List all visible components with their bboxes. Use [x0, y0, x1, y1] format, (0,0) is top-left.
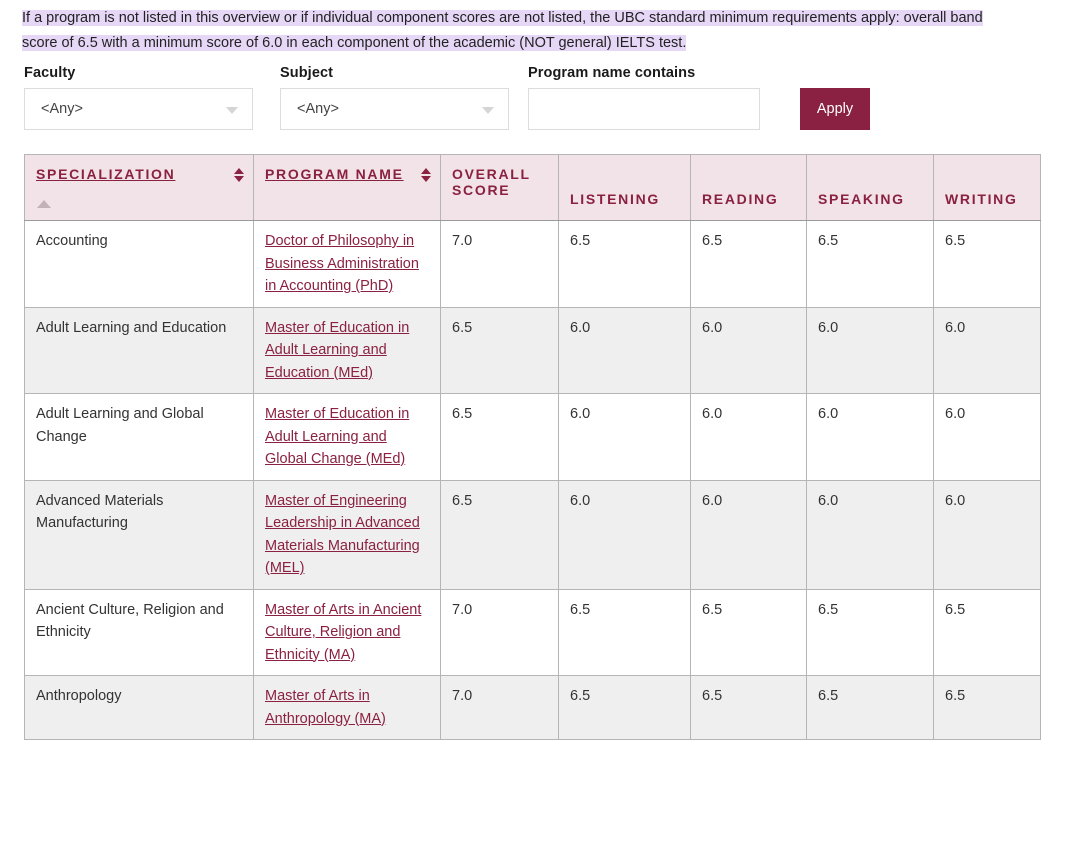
sort-toggle-icon[interactable] [234, 168, 245, 182]
cell-specialization: Advanced Materials Manufacturing [24, 479, 254, 590]
cell-overall-score: 7.0 [440, 220, 559, 308]
cell-program-name: Doctor of Philosophy in Business Adminis… [253, 220, 441, 308]
table-row: Adult Learning and Education Master of Ed… [24, 306, 1041, 394]
cell-specialization: Ancient Culture, Religion and Ethnicity [24, 588, 254, 676]
cell-overall-score: 7.0 [440, 675, 559, 740]
cell-writing: 6.5 [933, 220, 1041, 308]
subject-select[interactable]: <Any> [280, 88, 509, 130]
column-header-overall-score: OVERALL SCORE [440, 154, 559, 221]
sort-toggle-icon[interactable] [421, 168, 432, 182]
column-header-reading: READING [690, 154, 807, 221]
column-header-writing: WRITING [933, 154, 1041, 221]
faculty-select[interactable]: <Any> [24, 88, 253, 130]
apply-button[interactable]: Apply [800, 88, 870, 130]
table-row: Accounting Doctor of Philosophy in Busine… [24, 220, 1041, 308]
chevron-down-icon [226, 107, 238, 114]
cell-writing: 6.0 [933, 393, 1041, 481]
cell-reading: 6.0 [690, 479, 807, 590]
cell-writing: 6.5 [933, 675, 1041, 740]
cell-listening: 6.5 [558, 220, 691, 308]
column-header-speaking: SPEAKING [806, 154, 934, 221]
cell-listening: 6.5 [558, 588, 691, 676]
cell-listening: 6.5 [558, 675, 691, 740]
subject-filter: Subject <Any> [280, 65, 528, 130]
program-link[interactable]: Doctor of Philosophy in Business Adminis… [265, 233, 419, 294]
sort-asc-icon [37, 200, 51, 208]
notice-highlight: If a program is not listed in this overv… [22, 10, 983, 51]
ielts-requirements-table: SPECIALIZATION PROGRAM NAME OVERALL SCOR… [24, 154, 1041, 740]
cell-speaking: 6.0 [806, 306, 934, 394]
chevron-down-icon [482, 107, 494, 114]
sort-link-program-name[interactable]: PROGRAM NAME [265, 166, 404, 182]
cell-speaking: 6.5 [806, 220, 934, 308]
table-head: SPECIALIZATION PROGRAM NAME OVERALL SCOR… [24, 154, 1041, 221]
table-row: Anthropology Master of Arts in Anthropolo… [24, 675, 1041, 740]
cell-specialization: Adult Learning and Global Change [24, 393, 254, 481]
program-link[interactable]: Master of Education in Adult Learning an… [265, 320, 409, 381]
program-name-label: Program name contains [528, 65, 696, 81]
cell-reading: 6.5 [690, 675, 807, 740]
program-name-input[interactable] [528, 88, 760, 130]
faculty-label: Faculty [24, 65, 76, 81]
table-row: Advanced Materials Manufacturing Master o… [24, 479, 1041, 590]
subject-label: Subject [280, 65, 334, 81]
table-row: Ancient Culture, Religion and Ethnicity M… [24, 588, 1041, 676]
faculty-filter: Faculty <Any> [24, 65, 280, 130]
column-header-program-name[interactable]: PROGRAM NAME [253, 154, 441, 221]
cell-speaking: 6.0 [806, 393, 934, 481]
cell-overall-score: 6.5 [440, 306, 559, 394]
cell-program-name: Master of Arts in Anthropology (MA) [253, 675, 441, 740]
cell-writing: 6.5 [933, 588, 1041, 676]
program-link[interactable]: Master of Engineering Leadership in Adva… [265, 493, 420, 577]
cell-speaking: 6.0 [806, 479, 934, 590]
program-link[interactable]: Master of Arts in Anthropology (MA) [265, 688, 386, 727]
cell-program-name: Master of Education in Adult Learning an… [253, 393, 441, 481]
results-table-wrapper: SPECIALIZATION PROGRAM NAME OVERALL SCOR… [0, 130, 1080, 740]
cell-overall-score: 6.5 [440, 393, 559, 481]
column-header-listening: LISTENING [558, 154, 691, 221]
cell-speaking: 6.5 [806, 675, 934, 740]
table-header-row: SPECIALIZATION PROGRAM NAME OVERALL SCOR… [24, 154, 1041, 221]
column-header-specialization[interactable]: SPECIALIZATION [24, 154, 254, 221]
cell-writing: 6.0 [933, 306, 1041, 394]
notice-text: If a program is not listed in this overv… [0, 0, 1040, 56]
table-body: Accounting Doctor of Philosophy in Busine… [24, 220, 1041, 740]
filter-bar: Faculty <Any> Subject <Any> Program name… [0, 56, 1080, 130]
table-row: Adult Learning and Global Change Master o… [24, 393, 1041, 481]
cell-reading: 6.5 [690, 220, 807, 308]
cell-specialization: Anthropology [24, 675, 254, 740]
cell-overall-score: 6.5 [440, 479, 559, 590]
page-root: If a program is not listed in this overv… [0, 0, 1080, 844]
cell-listening: 6.0 [558, 393, 691, 481]
cell-program-name: Master of Arts in Ancient Culture, Relig… [253, 588, 441, 676]
cell-reading: 6.5 [690, 588, 807, 676]
cell-listening: 6.0 [558, 306, 691, 394]
program-link[interactable]: Master of Arts in Ancient Culture, Relig… [265, 602, 421, 663]
program-link[interactable]: Master of Education in Adult Learning an… [265, 406, 409, 467]
sort-link-specialization[interactable]: SPECIALIZATION [36, 166, 175, 182]
cell-program-name: Master of Engineering Leadership in Adva… [253, 479, 441, 590]
cell-overall-score: 7.0 [440, 588, 559, 676]
faculty-select-value: <Any> [41, 101, 83, 117]
cell-program-name: Master of Education in Adult Learning an… [253, 306, 441, 394]
cell-specialization: Accounting [24, 220, 254, 308]
cell-listening: 6.0 [558, 479, 691, 590]
cell-speaking: 6.5 [806, 588, 934, 676]
cell-reading: 6.0 [690, 306, 807, 394]
program-name-filter: Program name contains [528, 65, 778, 130]
cell-writing: 6.0 [933, 479, 1041, 590]
cell-specialization: Adult Learning and Education [24, 306, 254, 394]
cell-reading: 6.0 [690, 393, 807, 481]
subject-select-value: <Any> [297, 101, 339, 117]
